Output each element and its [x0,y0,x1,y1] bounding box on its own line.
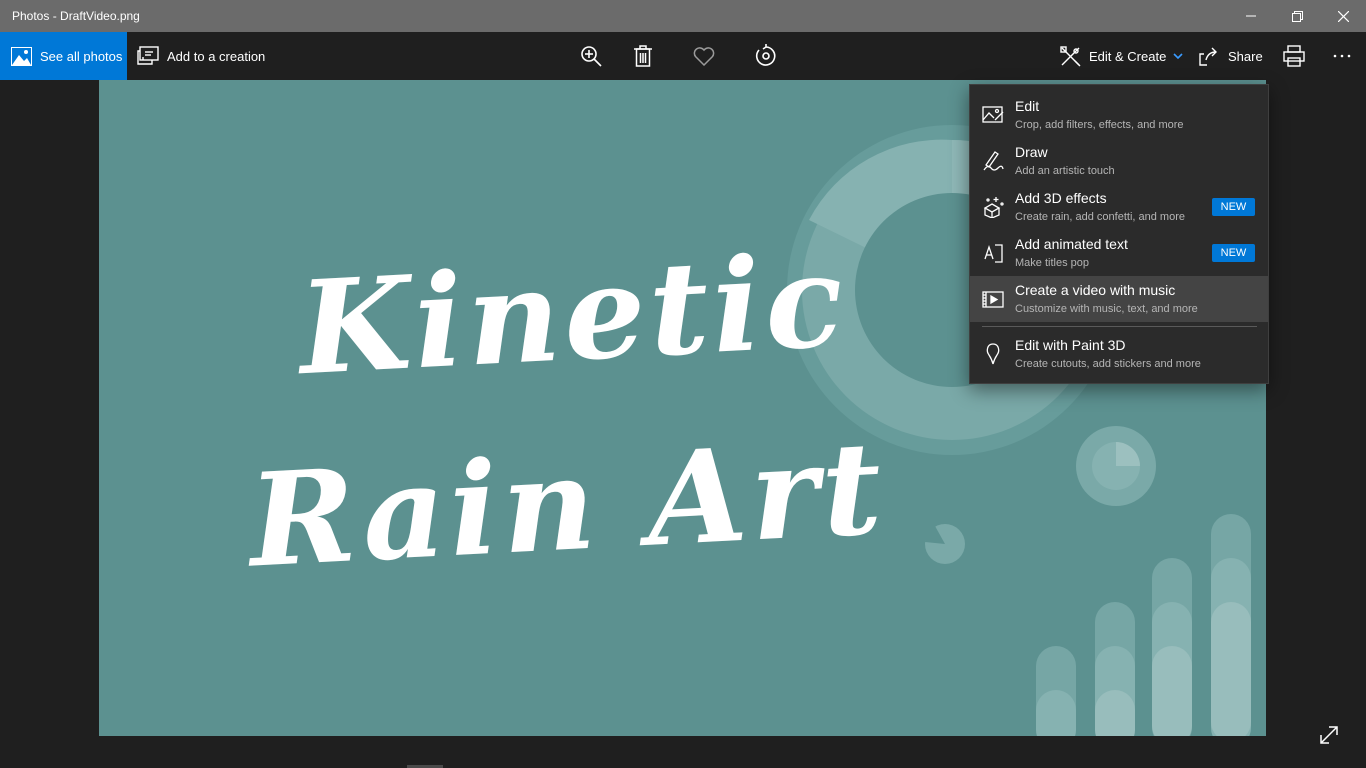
new-badge: NEW [1212,198,1255,216]
share-icon [1199,47,1217,66]
share-button[interactable]: Share [1199,32,1263,80]
menu-item-title: Edit with Paint 3D [1015,337,1126,353]
image-title-line1: Kinetic [295,225,851,405]
more-icon [1333,54,1351,58]
menu-item-draw[interactable]: Draw Add an artistic touch [970,138,1268,184]
menu-item-title: Add 3D effects [1015,190,1107,206]
menu-item-animated-text[interactable]: Add animated text Make titles pop NEW [970,230,1268,276]
add-to-creation-label: Add to a creation [167,48,266,64]
minimize-icon [1246,15,1256,17]
add-creation-icon [137,46,159,65]
rotate-icon [755,44,776,66]
chevron-down-icon [1173,52,1183,59]
menu-item-subtitle: Customize with music, text, and more [1015,303,1198,315]
edit-create-button[interactable]: Edit & Create [1060,32,1183,80]
more-options-button[interactable] [1330,44,1354,68]
menu-item-title: Edit [1015,98,1040,114]
menu-item-3d-effects[interactable]: Add 3D effects Create rain, add confetti… [970,184,1268,230]
rotate-button[interactable] [754,44,778,68]
draw-pen-icon [983,151,1004,171]
new-badge: NEW [1212,244,1255,262]
heart-icon [693,46,715,66]
video-music-icon [982,291,1004,308]
restore-button[interactable] [1274,0,1320,32]
expand-icon [1320,726,1338,744]
zoom-in-icon [581,46,602,67]
menu-item-title: Add animated text [1015,236,1128,252]
printer-icon [1283,45,1305,67]
menu-item-subtitle: Make titles pop [1015,257,1089,269]
menu-item-subtitle: Add an artistic touch [1015,165,1115,177]
menu-item-subtitle: Crop, add filters, effects, and more [1015,119,1184,131]
title-bar: Photos - DraftVideo.png [0,0,1366,32]
trash-icon [634,45,652,67]
menu-item-title: Draw [1015,144,1048,160]
toolbar: See all photos Add to a creation Edit & … [0,32,1366,80]
minimize-button[interactable] [1228,0,1274,32]
menu-item-subtitle: Create rain, add confetti, and more [1015,211,1185,223]
animated-text-icon [984,244,1003,263]
delete-button[interactable] [631,44,655,68]
paint-3d-icon [986,343,1000,365]
menu-item-edit[interactable]: Edit Crop, add filters, effects, and mor… [970,92,1268,138]
edit-create-icon [1060,45,1081,66]
menu-item-subtitle: Create cutouts, add stickers and more [1015,358,1201,370]
menu-separator [982,326,1257,327]
photo-gallery-icon [11,46,32,66]
menu-item-title: Create a video with music [1015,282,1176,298]
3d-effects-icon [983,197,1004,218]
edit-create-label: Edit & Create [1089,48,1167,64]
close-icon [1337,10,1349,22]
zoom-button[interactable] [579,44,603,68]
edit-image-icon [982,106,1004,123]
print-button[interactable] [1282,44,1306,68]
fullscreen-button[interactable] [1318,724,1342,748]
menu-item-paint-3d[interactable]: Edit with Paint 3D Create cutouts, add s… [970,331,1268,377]
close-button[interactable] [1320,0,1366,32]
see-all-photos-label: See all photos [40,48,123,64]
favorite-button[interactable] [692,44,716,68]
add-to-creation-button[interactable]: Add to a creation [137,32,265,80]
menu-item-video-with-music[interactable]: Create a video with music Customize with… [970,276,1268,322]
see-all-photos-button[interactable]: See all photos [0,32,127,80]
share-label: Share [1228,48,1263,64]
restore-icon [1291,10,1303,22]
window-title: Photos - DraftVideo.png [12,9,140,23]
edit-create-menu: Edit Crop, add filters, effects, and mor… [969,84,1269,384]
